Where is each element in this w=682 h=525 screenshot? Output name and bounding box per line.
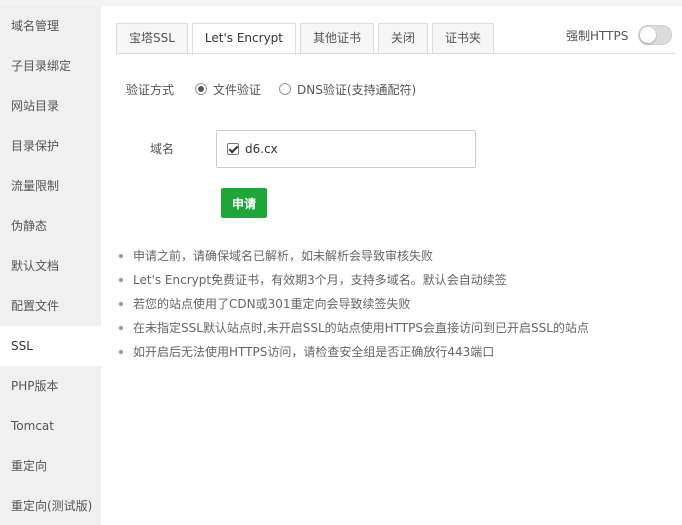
sidebar-item-site-directory[interactable]: 网站目录 <box>0 86 101 126</box>
force-https-control: 强制HTTPS <box>566 25 673 45</box>
sidebar-item-directory-protection[interactable]: 目录保护 <box>0 126 101 166</box>
verification-method-row: 验证方式 文件验证 DNS验证(支持通配符) <box>101 79 661 99</box>
site-settings-sidebar: 域名管理 子目录绑定 网站目录 目录保护 流量限制 伪静态 默认文档 配置文件 … <box>0 6 101 525</box>
sidebar-item-config-file[interactable]: 配置文件 <box>0 286 101 326</box>
apply-button[interactable]: 申请 <box>221 188 267 218</box>
verification-method-group: 文件验证 DNS验证(支持通配符) <box>195 81 434 98</box>
radio-dns-verification-circle[interactable] <box>279 83 292 95</box>
ssl-settings-panel: 域名管理 子目录绑定 网站目录 目录保护 流量限制 伪静态 默认文档 配置文件 … <box>0 0 682 525</box>
sidebar-item-default-document[interactable]: 默认文档 <box>0 246 101 286</box>
force-https-label: 强制HTTPS <box>566 28 629 43</box>
sidebar-item-traffic-limit[interactable]: 流量限制 <box>0 166 101 206</box>
radio-file-verification[interactable]: 文件验证 <box>195 81 261 98</box>
verification-method-label: 验证方式 <box>125 82 174 97</box>
tip-item: 如开启后无法使用HTTPS访问，请检查安全组是否正确放行443端口 <box>117 342 677 366</box>
tip-item: 申请之前，请确保域名已解析，如未解析会导致审核失败 <box>117 246 677 270</box>
radio-dns-verification-label: DNS验证(支持通配符) <box>297 82 417 97</box>
tab-divider <box>116 53 676 54</box>
ssl-tabs: 宝塔SSL Let's Encrypt 其他证书 关闭 证书夹 <box>116 23 498 55</box>
tip-item: Let's Encrypt免费证书，有效期3个月，支持多域名。默认会自动续签 <box>117 270 677 294</box>
radio-dns-verification[interactable]: DNS验证(支持通配符) <box>279 81 416 98</box>
sidebar-item-domain-management[interactable]: 域名管理 <box>0 6 101 46</box>
main-content: 宝塔SSL Let's Encrypt 其他证书 关闭 证书夹 强制HTTPS … <box>101 6 682 525</box>
sidebar-item-rewrite[interactable]: 伪静态 <box>0 206 101 246</box>
sidebar-item-redirect-beta[interactable]: 重定向(测试版) <box>0 486 101 525</box>
tab-lets-encrypt[interactable]: Let's Encrypt <box>191 23 296 55</box>
tab-baota-ssl[interactable]: 宝塔SSL <box>116 23 188 54</box>
radio-file-verification-circle[interactable] <box>195 83 207 95</box>
force-https-toggle[interactable] <box>638 25 673 45</box>
domain-name: d6.cx <box>245 142 278 156</box>
tab-certificate-folder[interactable]: 证书夹 <box>432 23 495 54</box>
sidebar-item-ssl[interactable]: SSL <box>0 326 101 366</box>
tip-item: 若您的站点使用了CDN或301重定向会导致续签失败 <box>117 294 677 318</box>
tip-item: 在未指定SSL默认站点时,未开启SSL的站点使用HTTPS会直接访问到已开启SS… <box>117 318 677 342</box>
radio-file-verification-label: 文件验证 <box>213 82 262 97</box>
toggle-knob <box>640 27 657 43</box>
sidebar-item-redirect[interactable]: 重定向 <box>0 446 101 486</box>
sidebar-item-php-version[interactable]: PHP版本 <box>0 366 101 406</box>
domain-checkbox[interactable] <box>227 143 239 155</box>
tab-close[interactable]: 关闭 <box>378 23 429 54</box>
sidebar-item-tomcat[interactable]: Tomcat <box>0 406 101 446</box>
domain-label: 域名 <box>149 142 174 156</box>
tips-list: 申请之前，请确保域名已解析，如未解析会导致审核失败 Let's Encrypt免… <box>117 246 677 366</box>
sidebar-item-subdirectory-binding[interactable]: 子目录绑定 <box>0 46 101 86</box>
tab-other-certificate[interactable]: 其他证书 <box>300 23 375 54</box>
domain-list-box: d6.cx <box>216 130 476 168</box>
